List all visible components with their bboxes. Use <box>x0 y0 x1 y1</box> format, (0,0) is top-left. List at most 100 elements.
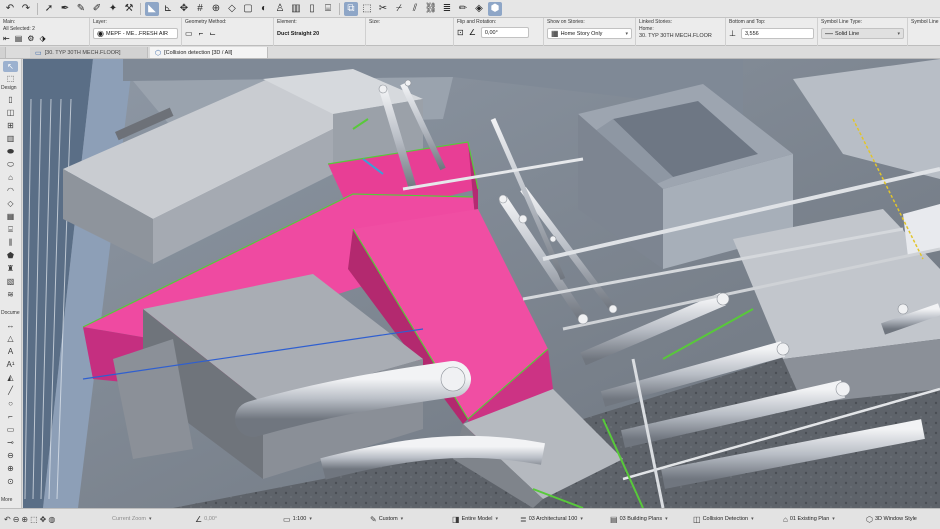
scale-selector[interactable]: ▭ 1:100 ▾ <box>283 513 312 525</box>
duct-preview-icon[interactable]: ⬗ <box>39 34 45 43</box>
tab-collision-detection[interactable]: ⬡ [Collision detection [3D / All] <box>150 47 268 58</box>
hammer-icon[interactable]: ⚒ <box>122 2 136 16</box>
text-tool-icon[interactable]: A <box>3 346 18 357</box>
column-tool-icon[interactable]: ▥ <box>3 133 18 144</box>
undo-icon[interactable]: ↶ <box>3 2 17 16</box>
orbit-icon[interactable]: ◍ <box>48 515 55 524</box>
tab-floor-plan[interactable]: ▭ [30. TYP 30TH MECH.FLOOR] <box>30 47 148 58</box>
arrow-tool-icon[interactable]: ↖ <box>3 61 18 72</box>
chain-geometry-icon[interactable]: ⌐ <box>199 29 204 38</box>
rotation-status[interactable]: ∠ 0,00° <box>195 513 217 525</box>
copy-box-icon[interactable]: ▢ <box>241 2 255 16</box>
railing-icon[interactable]: ⧉ <box>344 1 358 16</box>
stair-tool-icon[interactable]: ⌸ <box>3 224 18 235</box>
layer-dropdown[interactable]: ◉ MEPF - ME...FRESH AIR <box>93 28 178 39</box>
bottom-elevation-field[interactable]: 3,556 <box>740 28 814 39</box>
level-dimension-tool-icon[interactable]: △ <box>3 333 18 344</box>
stairs-icon[interactable]: ⌸ <box>321 2 335 16</box>
polyline-tool-icon[interactable]: ⌐ <box>3 411 18 422</box>
move-icon[interactable]: ✥ <box>177 2 191 16</box>
scissors-icon[interactable]: ✂ <box>376 2 390 16</box>
more-label[interactable]: More <box>1 497 12 503</box>
arrow-tool-icon[interactable]: ⇤ <box>3 34 10 43</box>
wall-icon[interactable]: ▥ <box>289 2 303 16</box>
layer-combination-selector[interactable]: ≣ 03 Architectural 100 ▾ <box>520 513 583 525</box>
graphic-override-selector[interactable]: ▤ 03 Building Plans ▾ <box>610 513 668 525</box>
pen-set-selector[interactable]: ✎ Custom ▾ <box>370 513 403 525</box>
fit-window-icon[interactable]: ⬚ <box>30 515 38 524</box>
drawing-tool-icon[interactable]: ▭ <box>3 424 18 435</box>
split-icon[interactable]: ⫽ <box>408 2 422 16</box>
railing-tool-icon[interactable]: ⫼ <box>3 237 18 248</box>
rotation-field[interactable]: 0,00° <box>480 27 529 38</box>
settings-dialog-icon[interactable]: ⚙ <box>27 34 34 43</box>
arc-tool-icon[interactable]: ○ <box>3 398 18 409</box>
line-tool-icon[interactable]: ╱ <box>3 385 18 396</box>
renovation-filter-selector[interactable]: ◫ Collision Detection ▾ <box>693 513 754 525</box>
object-tool-icon[interactable]: ♜ <box>3 263 18 274</box>
door-tool-icon[interactable]: ◫ <box>3 107 18 118</box>
wall-tool-icon[interactable]: ▯ <box>3 94 18 105</box>
3d-viewport[interactable] <box>23 59 940 508</box>
figure-icon[interactable]: ♙ <box>273 2 287 16</box>
zoom-in-icon[interactable]: ⊕ <box>21 515 28 524</box>
magic-wand-icon[interactable]: ✦ <box>106 2 120 16</box>
detail-tool-icon[interactable]: ⊙ <box>3 476 18 487</box>
layer-icon[interactable]: ≣ <box>440 2 454 16</box>
marquee-tool-icon[interactable]: ⬚ <box>3 73 18 84</box>
ruler-icon[interactable]: ◈ <box>472 2 486 16</box>
view-cube-icon[interactable]: ⬢ <box>488 1 502 16</box>
show-on-stories-dropdown[interactable]: ▦ Home Story Only ▾ <box>547 28 632 39</box>
straight-geometry-icon[interactable]: ▭ <box>185 29 193 38</box>
tab-scroll-left[interactable] <box>0 47 6 58</box>
window-tool-icon[interactable]: ⊞ <box>3 120 18 131</box>
snap-point-icon[interactable]: ⊾ <box>161 2 175 16</box>
tab-floor-plan-label: [30. TYP 30TH MECH.FLOOR] <box>44 49 121 56</box>
worksheet-tool-icon[interactable]: ⊕ <box>3 463 18 474</box>
chevron-down-icon: ▾ <box>625 30 628 37</box>
mesh-tool-icon[interactable]: ≋ <box>3 289 18 300</box>
morph-tool-icon[interactable]: ⬟ <box>3 250 18 261</box>
grid-icon[interactable]: # <box>193 2 207 16</box>
rotate-angle-icon[interactable]: ∠ <box>469 28 476 37</box>
model-view-selector[interactable]: ◨ Entire Model ▾ <box>452 513 498 525</box>
slab-tool-icon[interactable]: ⬭ <box>3 159 18 170</box>
symbol-line-dropdown[interactable]: ― Solid Line ▾ <box>821 28 904 39</box>
favorites-icon[interactable]: ▤ <box>15 34 23 43</box>
redo-icon[interactable]: ↷ <box>19 2 33 16</box>
label-tool-icon[interactable]: A¹ <box>3 359 18 370</box>
dimension-tool-icon[interactable]: ↔ <box>3 320 18 331</box>
section-tool-icon[interactable]: ⊸ <box>3 437 18 448</box>
link-icon[interactable]: ⛓ <box>424 2 438 16</box>
snap-guide-icon[interactable]: ◣ <box>145 1 159 16</box>
shadow-icon[interactable]: ◐ <box>257 2 271 16</box>
fill-tool-icon[interactable]: ◭ <box>3 372 18 383</box>
roof-tool-icon[interactable]: ⌂ <box>3 172 18 183</box>
current-zoom-field[interactable]: Current Zoom ▾ <box>112 513 151 525</box>
home-story-value[interactable]: 30. TYP 30TH MECH.FLOOR <box>639 33 722 40</box>
curtain-wall-tool-icon[interactable]: ▦ <box>3 211 18 222</box>
beam-tool-icon[interactable]: ⬬ <box>3 146 18 157</box>
door-icon[interactable]: ▯ <box>305 2 319 16</box>
3d-model-render[interactable] <box>23 59 940 508</box>
elevation-tool-icon[interactable]: ⊖ <box>3 450 18 461</box>
zoom-out-icon[interactable]: ⊖ <box>13 515 20 524</box>
marker-icon[interactable]: ✏ <box>456 2 470 16</box>
eyedropper-icon[interactable]: ✒ <box>58 2 72 16</box>
skylight-tool-icon[interactable]: ◇ <box>3 198 18 209</box>
flip-icon[interactable]: ⊡ <box>457 28 464 37</box>
syringe-icon[interactable]: ✎ <box>74 2 88 16</box>
pan-icon[interactable]: ✥ <box>40 515 47 524</box>
zoom-icon[interactable]: ⊕ <box>209 2 223 16</box>
plane-icon[interactable]: ◇ <box>225 2 239 16</box>
trace-icon[interactable]: ⬚ <box>360 2 374 16</box>
pen-icon[interactable]: ✐ <box>90 2 104 16</box>
zone-tool-icon[interactable]: ▧ <box>3 276 18 287</box>
shell-tool-icon[interactable]: ◠ <box>3 185 18 196</box>
trim-icon[interactable]: ⌿ <box>392 2 406 16</box>
elbow-geometry-icon[interactable]: ⌙ <box>209 29 216 38</box>
3d-style-selector[interactable]: ⬡ 3D Window Style <box>866 513 917 525</box>
undo-zoom-icon[interactable]: ↶ <box>4 515 11 524</box>
renovation-status-selector[interactable]: ⌂ 01 Existing Plan ▾ <box>783 513 835 525</box>
arrow-select-icon[interactable]: ➚ <box>42 2 56 16</box>
